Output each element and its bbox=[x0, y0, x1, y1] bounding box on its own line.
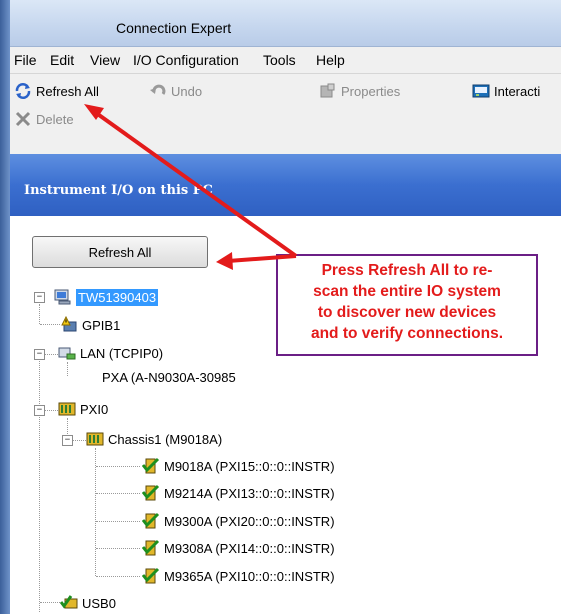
arrow-to-toolbar-refresh bbox=[90, 108, 298, 258]
arrowhead-icon bbox=[216, 252, 233, 270]
annotation-arrows bbox=[84, 104, 298, 270]
arrow-to-refresh-button bbox=[227, 254, 297, 263]
